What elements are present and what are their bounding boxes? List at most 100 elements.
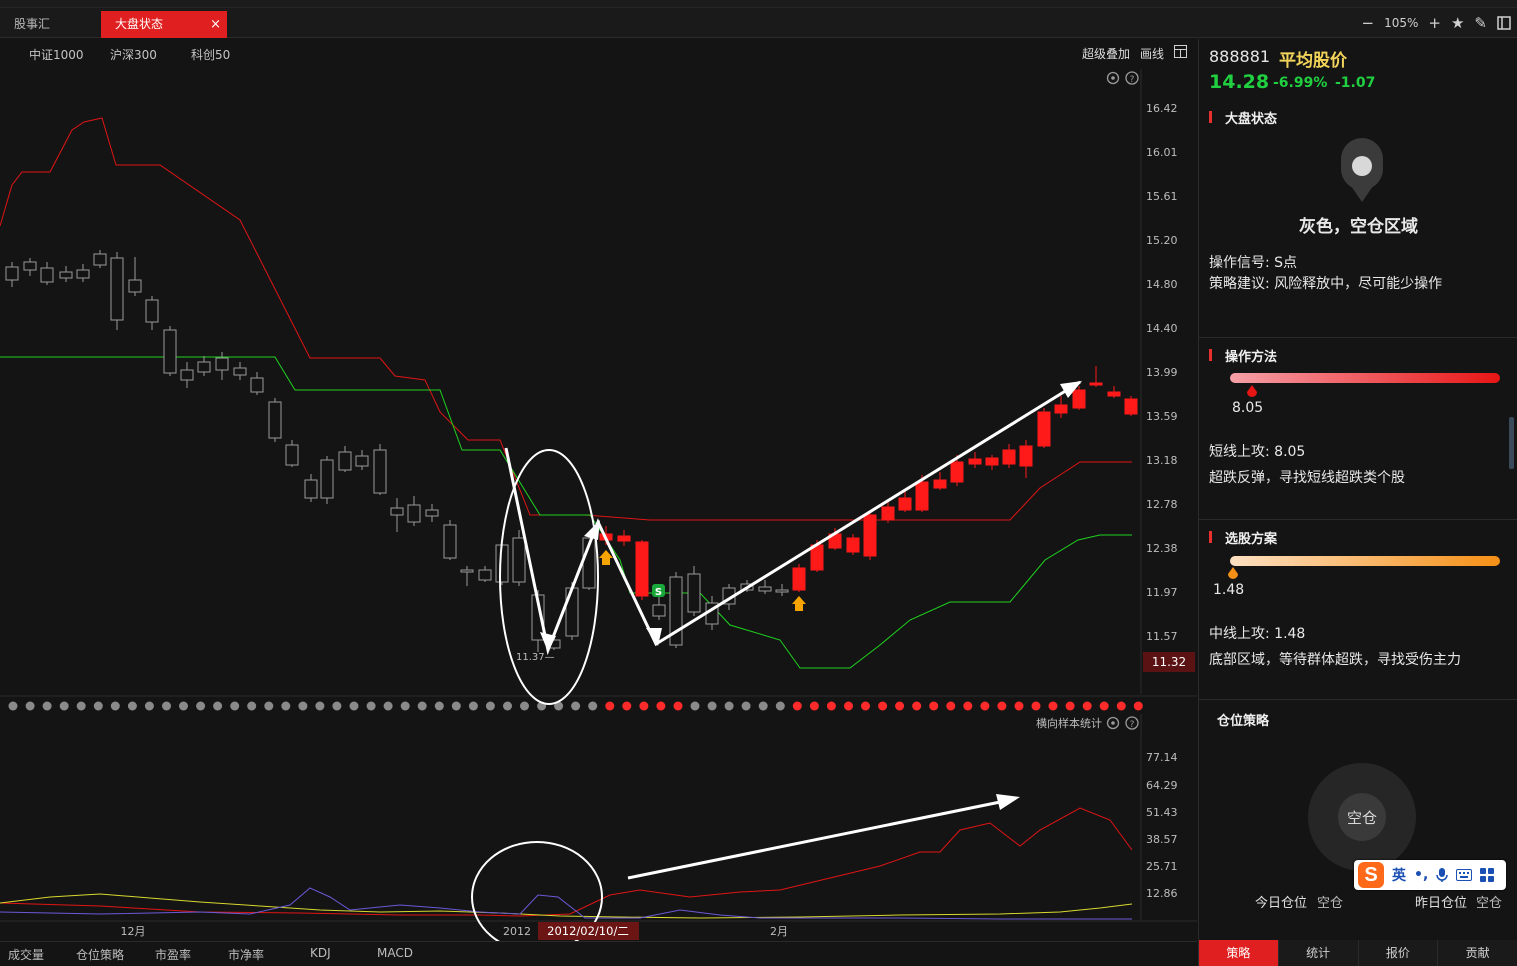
kline-chart[interactable]: 16.42 16.01 15.61 15.20 14.80 14.40 13.99 13.59… (0, 69, 1197, 953)
help-icon[interactable]: ? (1125, 71, 1139, 85)
candle-body (40, 267, 54, 283)
draw-line-button[interactable]: 画线 (1140, 45, 1164, 62)
super-overlay-button[interactable]: 超级叠加 (1082, 45, 1130, 62)
status-dot (1065, 701, 1075, 711)
status-dot (605, 701, 615, 711)
star-icon[interactable]: ★ (1451, 14, 1464, 32)
status-dot (758, 701, 768, 711)
status-dot (298, 701, 308, 711)
keyboard-icon[interactable] (1456, 869, 1473, 881)
tab-volume[interactable]: 成交量 (8, 946, 44, 963)
annotation-arrowhead (584, 520, 600, 540)
zoom-out-icon[interactable]: − (1362, 14, 1375, 32)
price-tick-label: 12.38 (1146, 542, 1178, 555)
date-label-feb: 2月 (770, 925, 788, 938)
tab-bar: 股事汇 大盘状态 × − 105% + ★ ✎ (0, 8, 1517, 38)
zoom-in-icon[interactable]: + (1428, 14, 1441, 32)
tab-contribution[interactable]: 贡献 (1438, 940, 1517, 966)
method-title: 操作方法 (1225, 350, 1278, 365)
candle-body (635, 541, 649, 597)
status-dot (861, 701, 870, 711)
status-dot (1048, 701, 1058, 711)
lower-tick-label: 38.57 (1146, 833, 1178, 846)
candle-body (390, 507, 404, 516)
yesterday-position-value: 空仓 (1476, 896, 1503, 911)
status-dot (997, 701, 1007, 711)
stock-change: -1.07 (1335, 75, 1376, 91)
zoom-level: 105% (1384, 16, 1419, 30)
settings-icon-lower[interactable] (1106, 716, 1120, 730)
price-tick-label: 13.18 (1146, 454, 1178, 467)
candle-body (23, 261, 37, 271)
tab-strategy[interactable]: 策略 (1199, 940, 1279, 966)
tab-pb[interactable]: 市净率 (228, 946, 264, 963)
status-dot (826, 701, 836, 711)
ime-punct[interactable]: •, (1414, 867, 1428, 883)
candle-body (881, 506, 895, 521)
index-star50[interactable]: 科创50 (191, 46, 230, 63)
status-dot (8, 701, 18, 711)
scrollbar[interactable] (1509, 417, 1514, 469)
status-dot (349, 701, 359, 711)
tab-position-strategy[interactable]: 仓位策略 (76, 946, 124, 963)
stock-code: 888881 (1209, 47, 1271, 66)
candle-body (775, 589, 789, 593)
status-dot (434, 701, 444, 711)
lower-tick-label: 25.71 (1146, 860, 1178, 873)
status-dot (724, 701, 734, 711)
candle-body (5, 266, 19, 281)
stock-name: 平均股价 (1279, 51, 1347, 71)
lower-tick-label: 51.43 (1146, 806, 1178, 819)
price-tick-label: 11.57 (1146, 630, 1178, 643)
mic-icon[interactable] (1436, 867, 1449, 883)
candle-body (197, 361, 211, 373)
status-dot (144, 701, 154, 711)
candle-body (338, 451, 352, 471)
tab-pe[interactable]: 市盈率 (155, 946, 191, 963)
status-dot (213, 701, 223, 711)
tab-kdj[interactable]: KDJ (310, 946, 331, 960)
index-csi1000[interactable]: 中证1000 (29, 46, 84, 63)
candle-body (1107, 391, 1121, 397)
today-position-label: 今日仓位 (1255, 896, 1308, 911)
tab-macd[interactable]: MACD (377, 946, 413, 960)
method-gradient-bar (1230, 373, 1500, 383)
layout-icon[interactable] (1497, 16, 1511, 30)
candle-body (110, 257, 124, 321)
lower-tick-label: 64.29 (1146, 779, 1178, 792)
candle-body (180, 369, 194, 381)
status-dot (1014, 701, 1024, 711)
tab-quote[interactable]: 报价 (1358, 940, 1439, 966)
close-icon[interactable]: × (210, 11, 221, 38)
position-gauge: 空仓 (1308, 763, 1416, 871)
buy-signal-icon (792, 596, 806, 611)
indicator-tabs: 成交量 仓位策略 市盈率 市净率 KDJ MACD (0, 941, 1197, 966)
ime-mode[interactable]: 英 (1392, 865, 1406, 885)
candle-body (687, 573, 701, 613)
tab-market-state[interactable]: 大盘状态 × (101, 11, 227, 38)
status-dot (963, 701, 973, 711)
zoom-controls: − 105% + ★ ✎ (1362, 10, 1512, 36)
stock-price: 14.28 (1209, 71, 1270, 93)
price-tick-label: 13.59 (1146, 410, 1178, 423)
tab-statistics[interactable]: 统计 (1278, 940, 1359, 966)
price-tick-label: 12.78 (1146, 498, 1178, 511)
traffic-light-icon (1341, 138, 1383, 202)
apps-icon[interactable] (1480, 868, 1495, 882)
grid-icon[interactable] (1174, 45, 1187, 58)
index-hs300[interactable]: 沪深300 (110, 46, 157, 63)
ime-toolbar[interactable]: S 英 •, (1354, 860, 1506, 890)
status-dot (1031, 701, 1041, 711)
status-dot (230, 701, 240, 711)
today-position-value: 空仓 (1317, 896, 1344, 911)
help-icon-lower[interactable]: ? (1125, 716, 1139, 730)
settings-icon[interactable] (1106, 71, 1120, 85)
position-gauge-text: 空仓 (1346, 809, 1377, 827)
pen-icon[interactable]: ✎ (1474, 14, 1487, 32)
position-title: 仓位策略 (1217, 714, 1270, 729)
tab-gushihui[interactable]: 股事汇 (0, 11, 100, 38)
select-gradient-bar (1230, 556, 1500, 566)
candle-body (355, 455, 369, 467)
status-dot (264, 701, 274, 711)
stock-pct: -6.99% (1273, 75, 1328, 91)
